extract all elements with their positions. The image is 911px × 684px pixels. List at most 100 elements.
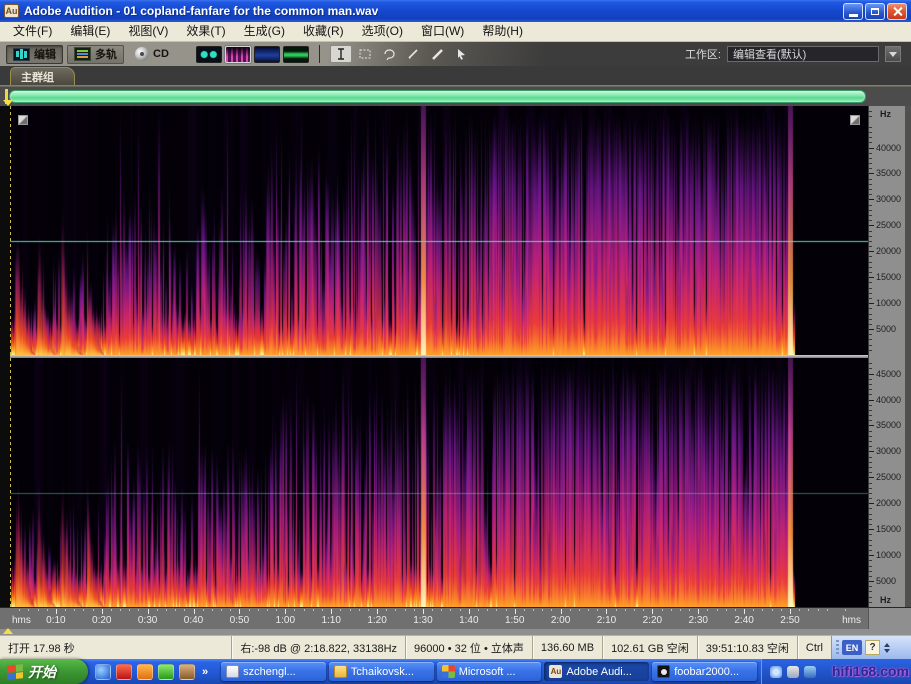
- ie-icon[interactable]: [95, 664, 111, 680]
- time-minor-tick: [212, 609, 213, 611]
- menu-item[interactable]: 生成(G): [235, 22, 294, 41]
- marquee-selection-tool[interactable]: [354, 45, 376, 63]
- freq-minor-tick: [869, 363, 872, 364]
- time-minor-tick: [616, 609, 617, 611]
- workspace-dropdown[interactable]: 编辑查看(默认): [727, 46, 879, 62]
- freq-minor-tick: [869, 508, 872, 509]
- waveform-view-button[interactable]: [196, 46, 222, 63]
- time-minor-tick: [267, 609, 268, 611]
- freq-minor-tick: [869, 394, 872, 395]
- freq-minor-tick: [869, 210, 872, 211]
- tray-icon-3[interactable]: [804, 666, 816, 678]
- time-minor-tick: [496, 609, 497, 611]
- cd-view-button[interactable]: CD: [128, 45, 176, 64]
- taskbar-button[interactable]: foobar2000...: [652, 662, 757, 681]
- freq-tick: [869, 400, 874, 401]
- time-tick-label: 0:30: [138, 615, 157, 626]
- zoom-navigator-bar[interactable]: [9, 90, 866, 103]
- time-tick: [239, 609, 240, 614]
- freq-tick: [869, 148, 874, 149]
- start-button[interactable]: 开始: [0, 659, 88, 684]
- menu-item[interactable]: 收藏(R): [294, 22, 353, 41]
- frequency-ruler[interactable]: Hz40000350003000025000200001500010000500…: [868, 106, 905, 607]
- freq-tick: [869, 555, 874, 556]
- menu-item[interactable]: 文件(F): [4, 22, 61, 41]
- taskbar-button[interactable]: Tchaikovsk...: [329, 662, 434, 681]
- minimize-button[interactable]: [843, 3, 863, 20]
- menu-item[interactable]: 选项(O): [353, 22, 412, 41]
- tray-icon-1[interactable]: [770, 666, 782, 678]
- minimize-icon: [849, 14, 858, 17]
- status-open-time: 打开 17.98 秒: [0, 636, 231, 659]
- chevron-up-icon: [884, 643, 890, 647]
- multitrack-view-button[interactable]: 多轨: [67, 45, 124, 64]
- lasso-selection-tool[interactable]: [378, 45, 400, 63]
- scrub-tool[interactable]: [450, 45, 472, 63]
- msoffice-icon: [442, 665, 455, 678]
- freq-minor-tick: [869, 308, 872, 309]
- download-manager-icon[interactable]: [137, 664, 153, 680]
- freq-minor-tick: [869, 288, 872, 289]
- qq-icon[interactable]: [158, 664, 174, 680]
- taskbar-button[interactable]: Microsoft ...: [437, 662, 542, 681]
- time-tick-label: 0:10: [46, 615, 65, 626]
- time-selection-tool[interactable]: [330, 45, 352, 63]
- menu-item[interactable]: 效果(T): [177, 22, 234, 41]
- freq-minor-tick: [869, 246, 872, 247]
- menu-item[interactable]: 编辑(E): [61, 22, 119, 41]
- language-bar-grip[interactable]: [836, 640, 839, 656]
- freq-tick-label: 15000: [876, 525, 901, 534]
- time-ruler[interactable]: hms hms 0:100:200:300:400:501:001:101:20…: [0, 607, 911, 629]
- spectrogram-right-channel[interactable]: [10, 358, 868, 607]
- restore-button[interactable]: [865, 3, 885, 20]
- taskbar-button[interactable]: szchengl...: [221, 662, 326, 681]
- pan-handle-top-left[interactable]: [18, 115, 28, 125]
- freq-tick-label: 45000: [876, 370, 901, 379]
- spectral-pan-view-button[interactable]: [254, 46, 280, 63]
- time-tick-label: 2:40: [734, 615, 753, 626]
- tab-row: 主群组: [0, 66, 911, 86]
- spectral-view-button[interactable]: [225, 46, 251, 63]
- workspace-dropdown-arrow[interactable]: [885, 46, 901, 62]
- folder-icon: [334, 665, 347, 678]
- spectral-phase-view-button[interactable]: [283, 46, 309, 63]
- spot-healing-brush-tool[interactable]: [426, 45, 448, 63]
- time-minor-tick: [533, 609, 534, 611]
- taskbar-button[interactable]: AuAdobe Audi...: [544, 662, 649, 681]
- menu-item[interactable]: 帮助(H): [473, 22, 532, 41]
- freq-minor-tick: [869, 483, 872, 484]
- close-button[interactable]: [887, 3, 907, 20]
- effects-paintbrush-tool[interactable]: [402, 45, 424, 63]
- language-bar-arrows[interactable]: [884, 643, 890, 653]
- playback-cursor-line[interactable]: [10, 106, 11, 607]
- audio-app-icon[interactable]: [179, 664, 195, 680]
- quick-launch-overflow[interactable]: »: [200, 666, 210, 678]
- freq-tick: [869, 425, 874, 426]
- menu-item[interactable]: 窗口(W): [412, 22, 473, 41]
- freq-minor-tick: [869, 514, 872, 515]
- time-minor-tick: [634, 609, 635, 611]
- freq-minor-tick: [869, 457, 872, 458]
- language-bar[interactable]: EN ?: [831, 636, 911, 659]
- spectrogram-left-channel[interactable]: [10, 106, 868, 355]
- menu-item[interactable]: 视图(V): [119, 22, 177, 41]
- time-tick-label: 2:50: [780, 615, 799, 626]
- time-minor-tick: [753, 609, 754, 611]
- edit-view-button[interactable]: 编辑: [6, 45, 63, 64]
- title-bar[interactable]: Au Adobe Audition - 01 copland-fanfare f…: [0, 0, 911, 22]
- freq-minor-tick: [869, 153, 872, 154]
- pan-handle-top-right[interactable]: [850, 115, 860, 125]
- freq-unit-label: Hz: [880, 109, 891, 119]
- time-minor-tick: [322, 609, 323, 611]
- cursor-marker-bottom[interactable]: [3, 628, 13, 634]
- tab-main-group[interactable]: 主群组: [10, 67, 75, 85]
- time-tick: [469, 609, 470, 614]
- time-minor-tick: [47, 609, 48, 611]
- freq-tick: [869, 477, 874, 478]
- tray-icon-2[interactable]: [787, 666, 799, 678]
- language-help-button[interactable]: ?: [865, 640, 880, 655]
- time-minor-tick: [138, 609, 139, 611]
- freq-minor-tick: [869, 566, 872, 567]
- media-player-icon[interactable]: [116, 664, 132, 680]
- language-indicator[interactable]: EN: [842, 640, 862, 655]
